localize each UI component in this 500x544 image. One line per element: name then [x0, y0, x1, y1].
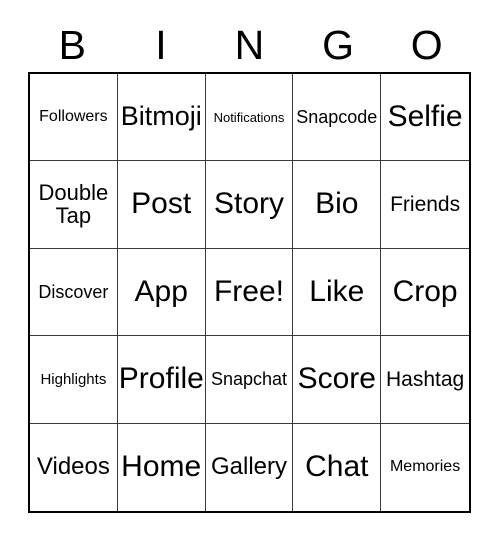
bingo-cell[interactable]: Notifications — [205, 74, 294, 162]
bingo-cell-label: Snapchat — [210, 369, 288, 390]
bingo-cell[interactable]: Score — [293, 336, 382, 424]
bingo-cell-label: Score — [297, 362, 376, 396]
bingo-header-letter-o: O — [410, 21, 443, 68]
bingo-cell-label: Profile — [118, 362, 204, 396]
bingo-cell-label: Friends — [390, 192, 461, 216]
bingo-header-letter-g: G — [322, 21, 355, 68]
bingo-cell[interactable]: Post — [117, 161, 206, 249]
bingo-cell-label: Chat — [305, 450, 369, 483]
bingo-cell[interactable]: Snapcode — [293, 74, 382, 162]
bingo-cell[interactable]: Crop — [381, 248, 469, 337]
bingo-cell-label: Notifications — [213, 109, 285, 125]
bingo-cell-label: Highlights — [40, 370, 107, 388]
bingo-cell-label: Followers — [39, 108, 108, 126]
bingo-cell[interactable]: Followers — [30, 74, 118, 162]
bingo-header-letter-i: I — [155, 21, 167, 68]
bingo-grid: Followers Bitmoji Notifications Snapcode Sel… — [28, 72, 471, 513]
bingo-cell[interactable]: Bitmoji — [117, 74, 206, 162]
bingo-cell-label: Videos — [36, 453, 110, 481]
bingo-cell[interactable]: Memories — [381, 423, 469, 511]
bingo-cell-label: Selfie — [387, 99, 463, 133]
bingo-cell[interactable]: Selfie — [381, 74, 469, 162]
bingo-card: B I N G O Followers Bitmoji Notifications Snapc… — [0, 0, 500, 544]
bingo-cell-label: Post — [131, 187, 192, 221]
bingo-cell-label: App — [134, 274, 188, 308]
bingo-cell-label: Bio — [315, 187, 359, 221]
bingo-cell-label: Discover — [38, 281, 109, 302]
bingo-cell-label: Gallery — [210, 453, 287, 481]
bingo-cell-label: Free! — [213, 274, 284, 308]
bingo-header-letter-n: N — [234, 21, 265, 68]
bingo-cell-label: Hashtag — [385, 367, 465, 391]
bingo-cell[interactable]: Friends — [381, 161, 469, 249]
bingo-cell[interactable]: App — [117, 248, 206, 337]
bingo-cell[interactable]: Gallery — [205, 423, 294, 511]
bingo-cell-label: Like — [309, 274, 365, 308]
bingo-cell-label: Crop — [392, 274, 458, 308]
bingo-cell-label: Home — [121, 450, 202, 483]
bingo-cell[interactable]: Highlights — [30, 336, 118, 424]
bingo-cell[interactable]: Like — [293, 248, 382, 337]
bingo-cell[interactable]: Chat — [293, 423, 382, 511]
bingo-cell[interactable]: Videos — [30, 423, 118, 511]
bingo-cell[interactable]: Home — [117, 423, 206, 511]
bingo-cell[interactable]: Story — [205, 161, 294, 249]
bingo-cell-label: Double Tap — [38, 180, 109, 228]
bingo-cell-label: Memories — [389, 458, 461, 476]
bingo-cell[interactable]: Discover — [30, 248, 118, 337]
bingo-cell[interactable]: Free! — [205, 248, 294, 337]
bingo-header-letter-b: B — [58, 21, 86, 68]
bingo-cell-label: Bitmoji — [120, 101, 202, 132]
bingo-cell-label: Story — [213, 187, 284, 221]
bingo-cell-label: Snapcode — [296, 107, 378, 128]
bingo-cell[interactable]: Hashtag — [381, 336, 469, 424]
bingo-cell[interactable]: Profile — [117, 336, 206, 424]
bingo-cell[interactable]: Bio — [293, 161, 382, 249]
bingo-header: BINGO — [28, 18, 471, 72]
bingo-cell[interactable]: Double Tap — [30, 161, 118, 249]
bingo-cell[interactable]: Snapchat — [205, 336, 294, 424]
